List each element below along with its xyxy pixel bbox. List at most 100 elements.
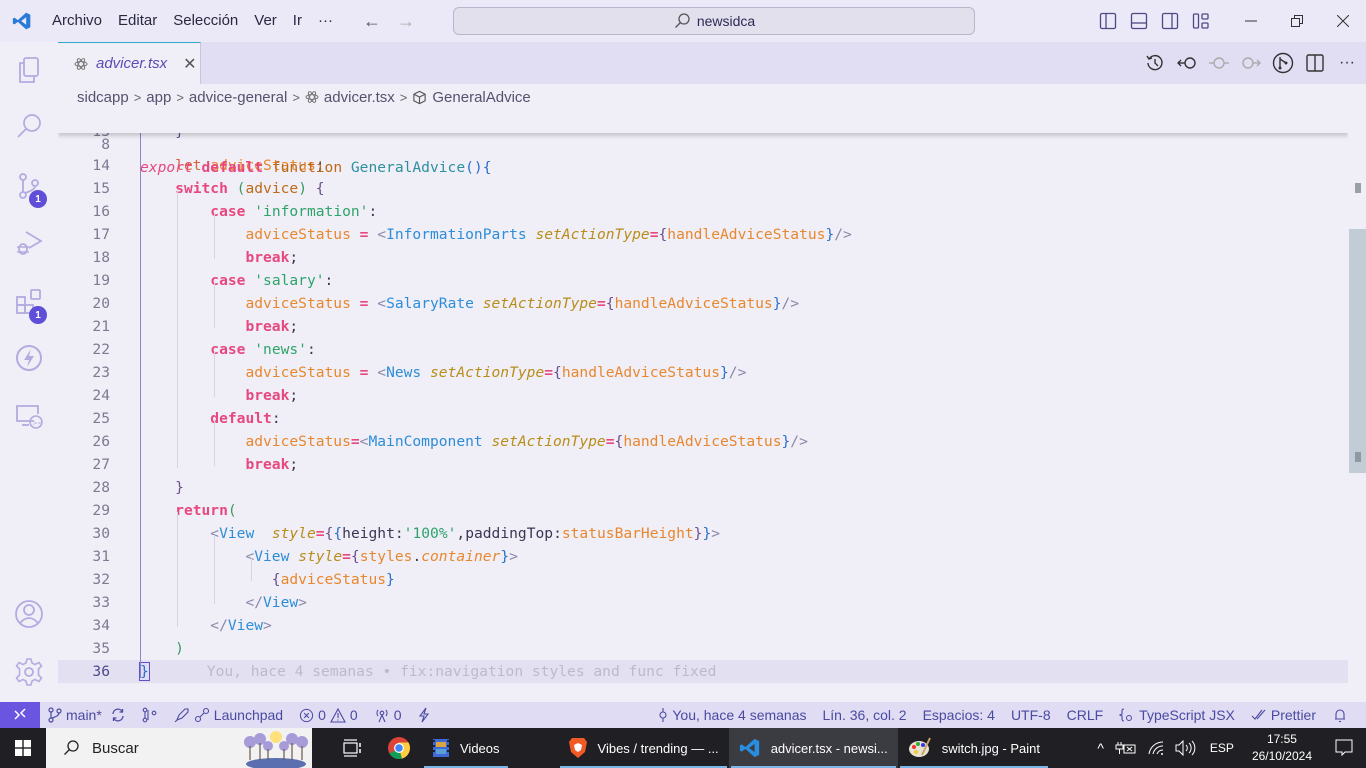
battery-plug-icon[interactable] <box>1115 741 1137 755</box>
tab-close-icon[interactable]: ✕ <box>183 54 196 74</box>
start-button[interactable] <box>0 728 46 768</box>
toggle-panel-button[interactable] <box>1123 0 1154 42</box>
tab-advicer-tsx[interactable]: advicer.tsx ✕ <box>58 42 201 84</box>
scrollbar-thumb[interactable] <box>1349 229 1366 473</box>
code-line[interactable]: 29 return( <box>58 499 1348 522</box>
next-change-button[interactable] <box>1238 50 1264 76</box>
activity-thunder[interactable] <box>0 334 58 382</box>
activity-source-control[interactable]: 1 <box>0 162 58 210</box>
prettier-status[interactable]: Prettier <box>1243 707 1324 723</box>
line-number: 36 <box>92 663 110 680</box>
volume-icon[interactable] <box>1175 740 1197 756</box>
ports-status[interactable]: 0 <box>366 707 410 723</box>
code-line[interactable]: 28 } <box>58 476 1348 499</box>
action-center-button[interactable] <box>1322 728 1366 768</box>
git-graph-button[interactable] <box>1270 50 1296 76</box>
breadcrumb-app[interactable]: app <box>146 89 171 106</box>
split-editor-button[interactable] <box>1302 50 1328 76</box>
forward-arrow-icon[interactable]: → <box>397 11 415 32</box>
code-line[interactable]: 30 <View style={{height:'100%',paddingTo… <box>58 522 1348 545</box>
menu-archivo[interactable]: Archivo <box>44 0 110 42</box>
git-blame-status[interactable]: You, hace 4 semanas <box>650 707 814 723</box>
more-actions-button[interactable]: ··· <box>1334 50 1360 76</box>
cursor-position[interactable]: Lín. 36, col. 2 <box>815 707 915 723</box>
command-center-search[interactable]: newsidca <box>453 7 975 35</box>
launchpad-status[interactable]: Launchpad <box>166 707 291 723</box>
taskbar-app-paint[interactable]: switch.jpg - Paint <box>898 728 1050 768</box>
line-number: 26 <box>92 433 110 450</box>
taskbar-app-vscode[interactable]: advicer.tsx - newsi... <box>728 728 898 768</box>
sync-icon[interactable] <box>110 707 126 723</box>
code-line[interactable]: 24 break; <box>58 384 1348 407</box>
minimize-button[interactable] <box>1228 0 1274 42</box>
line-code: case 'news': <box>210 341 316 358</box>
code-line[interactable]: 26 adviceStatus=<MainComponent setAction… <box>58 430 1348 453</box>
taskbar-app-label: Vibes / trending — ... <box>597 740 719 756</box>
code-line[interactable]: 25 default: <box>58 407 1348 430</box>
menu-more[interactable]: ··· <box>310 0 341 42</box>
activity-run-debug[interactable] <box>0 218 58 266</box>
back-arrow-icon[interactable]: ← <box>363 11 381 32</box>
thunder-status[interactable] <box>409 707 439 723</box>
taskbar-search[interactable]: Buscar <box>46 728 312 768</box>
activity-search[interactable] <box>0 102 58 150</box>
customize-layout-button[interactable] <box>1185 0 1216 42</box>
line-code: } <box>175 479 184 496</box>
language-mode[interactable]: TypeScript JSX <box>1111 707 1243 723</box>
branch-indicator[interactable]: main* <box>40 707 134 723</box>
code-line[interactable]: 36} You, hace 4 semanas • fix:navigation … <box>58 660 1348 683</box>
code-line[interactable]: 15 switch (advice) { <box>58 177 1348 200</box>
taskbar-app-brave[interactable]: Vibes / trending — ... <box>558 728 729 768</box>
toggle-primary-sidebar-button[interactable] <box>1092 0 1123 42</box>
line-code: switch (advice) { <box>175 180 325 197</box>
clock[interactable]: 17:55 26/10/2024 <box>1242 731 1322 765</box>
breadcrumb-advice-general[interactable]: advice-general <box>189 89 287 106</box>
code-line[interactable]: 20 adviceStatus = <SalaryRate setActionT… <box>58 292 1348 315</box>
restore-button[interactable] <box>1274 0 1320 42</box>
menu-editar[interactable]: Editar <box>110 0 165 42</box>
activity-manage[interactable] <box>0 648 58 696</box>
previous-change-button[interactable] <box>1174 50 1200 76</box>
activity-extensions[interactable]: 1 <box>0 278 58 326</box>
code-line[interactable]: 33 </View> <box>58 591 1348 614</box>
code-line[interactable]: 35 ) <box>58 637 1348 660</box>
code-line[interactable]: 19 case 'salary': <box>58 269 1348 292</box>
react-file-icon <box>305 91 319 103</box>
wifi-icon[interactable] <box>1147 740 1165 756</box>
task-view-button[interactable] <box>330 728 376 768</box>
menu-ver[interactable]: Ver <box>246 0 285 42</box>
git-graph-status[interactable] <box>134 707 166 723</box>
problems-status[interactable]: 0 0 <box>291 707 366 723</box>
code-line[interactable]: 17 adviceStatus = <InformationParts setA… <box>58 223 1348 246</box>
code-line[interactable]: 22 case 'news': <box>58 338 1348 361</box>
input-language[interactable]: ESP <box>1202 741 1242 755</box>
breadcrumb-symbol[interactable]: GeneralAdvice <box>432 89 530 106</box>
timeline-button[interactable] <box>1142 50 1168 76</box>
breadcrumb-file[interactable]: advicer.tsx <box>324 89 395 106</box>
activity-explorer[interactable] <box>0 46 58 94</box>
sticky-scroll-header[interactable]: 8 export default function GeneralAdvice(… <box>58 110 1348 176</box>
commit-button[interactable] <box>1206 50 1232 76</box>
activity-remote-explorer[interactable]: >< <box>0 392 58 440</box>
chrome-taskbar-button[interactable] <box>376 728 422 768</box>
notifications-button[interactable] <box>1324 707 1356 723</box>
menu-seleccion[interactable]: Selección <box>165 0 246 42</box>
show-hidden-icons-chevron-up-icon[interactable]: ^ <box>1091 740 1110 756</box>
toggle-secondary-sidebar-button[interactable] <box>1154 0 1185 42</box>
code-line[interactable]: 34 </View> <box>58 614 1348 637</box>
code-line[interactable]: 21 break; <box>58 315 1348 338</box>
code-line[interactable]: 27 break; <box>58 453 1348 476</box>
end-of-line[interactable]: CRLF <box>1059 707 1112 723</box>
code-line[interactable]: 23 adviceStatus = <News setActionType={h… <box>58 361 1348 384</box>
remote-indicator[interactable] <box>0 702 40 728</box>
breadcrumb-sidcapp[interactable]: sidcapp <box>77 89 129 106</box>
taskbar-app-videos[interactable]: Videos <box>422 728 510 768</box>
code-line[interactable]: 18 break; <box>58 246 1348 269</box>
code-editor[interactable]: 8 export default function GeneralAdvice(… <box>58 110 1348 700</box>
close-button[interactable] <box>1320 0 1366 42</box>
code-line[interactable]: 16 case 'information': <box>58 200 1348 223</box>
encoding[interactable]: UTF-8 <box>1003 707 1059 723</box>
indentation[interactable]: Espacios: 4 <box>915 707 1003 723</box>
menu-ir[interactable]: Ir <box>285 0 310 42</box>
activity-accounts[interactable] <box>0 590 58 638</box>
